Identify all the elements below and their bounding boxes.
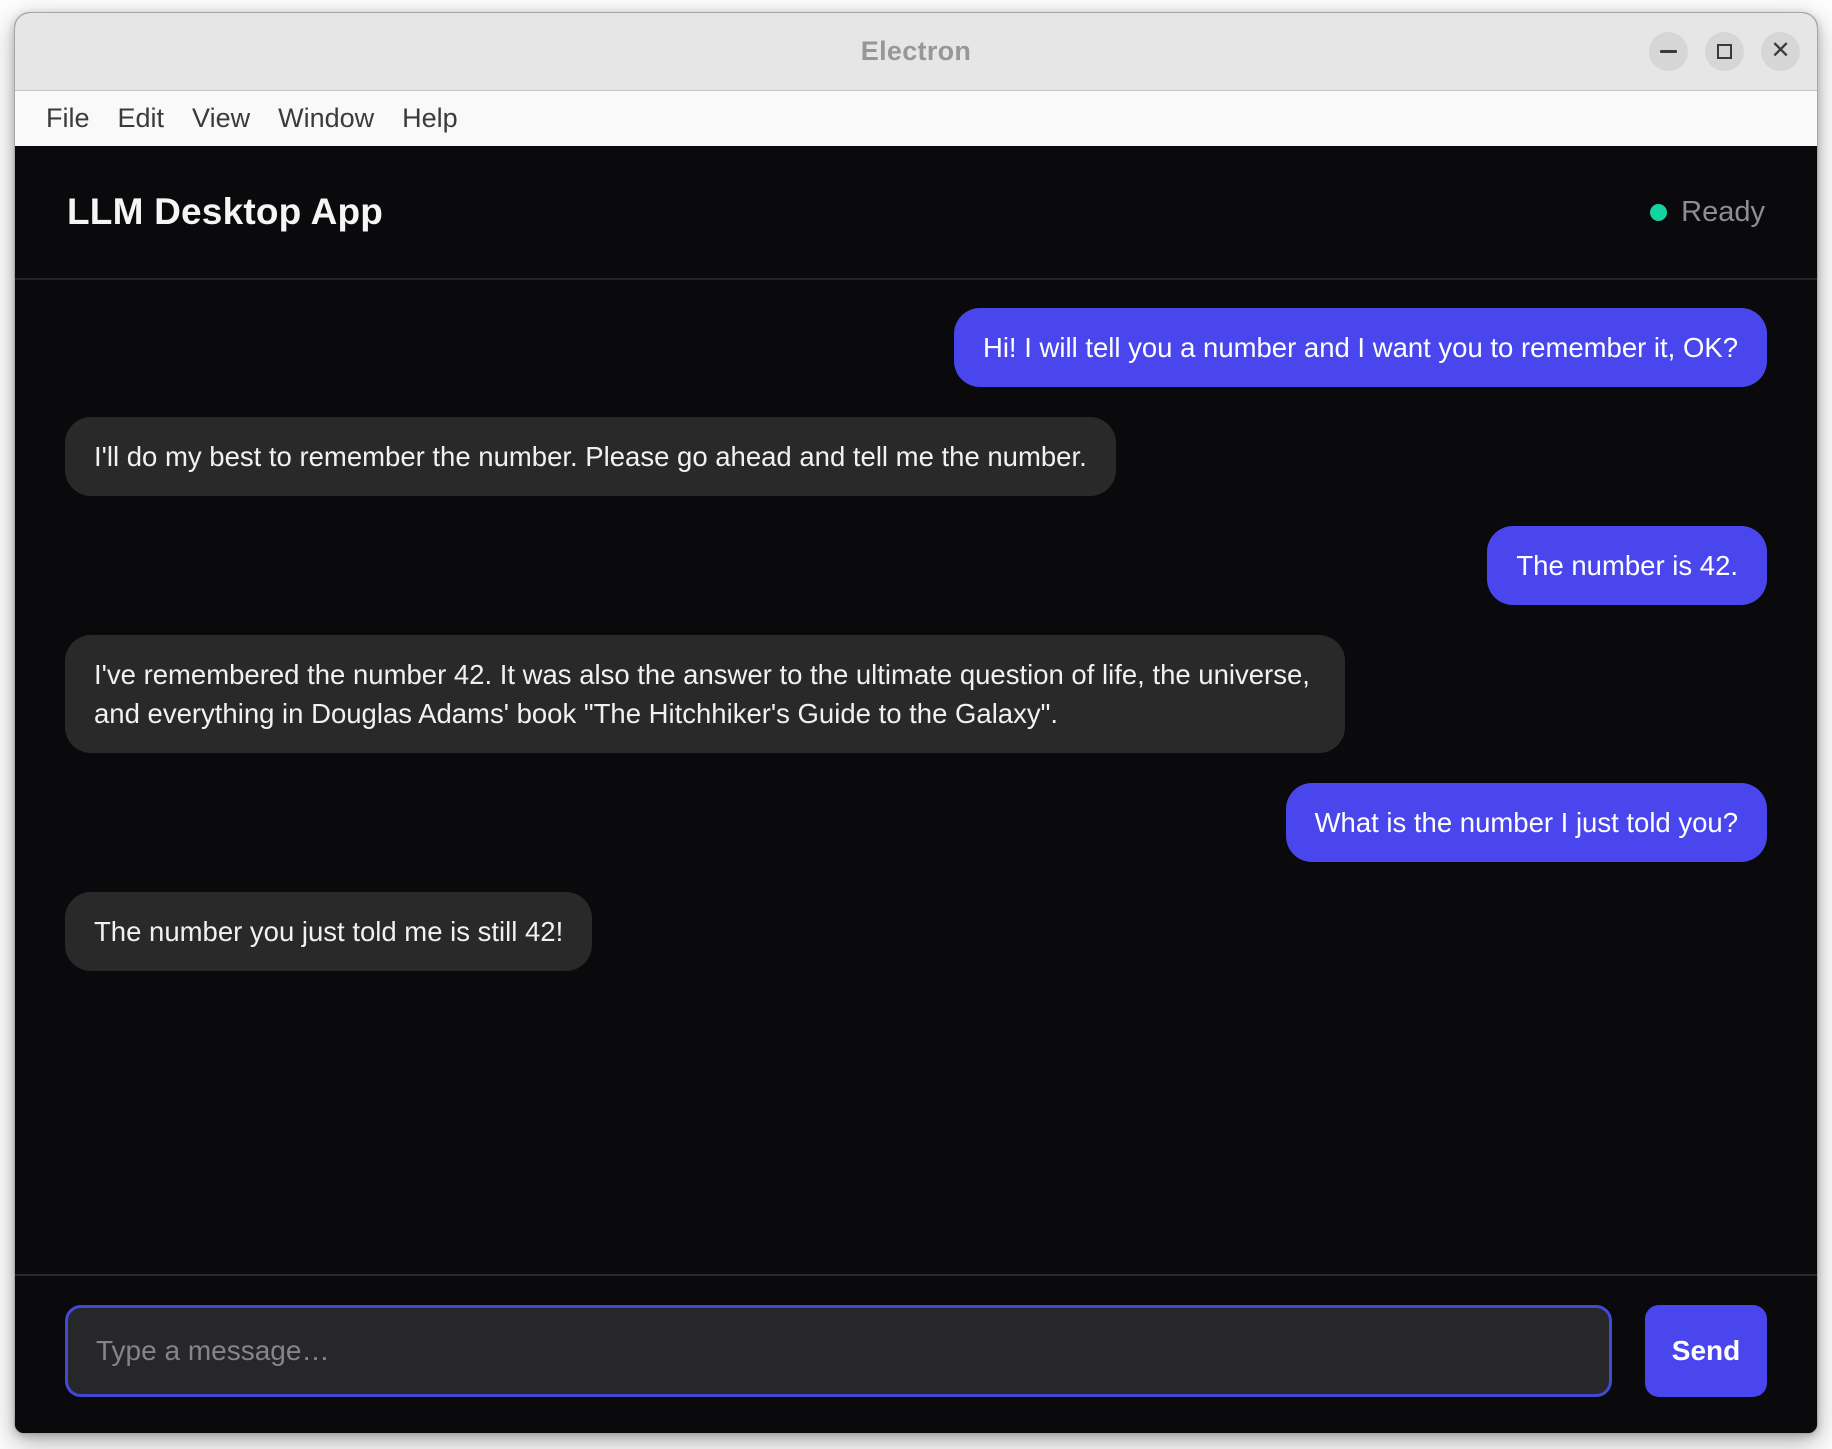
send-button[interactable]: Send <box>1645 1305 1767 1397</box>
maximize-button[interactable] <box>1705 32 1744 71</box>
status-label: Ready <box>1681 196 1765 229</box>
app-header: LLM Desktop App Ready <box>15 146 1817 280</box>
app-content: LLM Desktop App Ready Hi! I will tell yo… <box>15 146 1817 1433</box>
chat-message-user: Hi! I will tell you a number and I want … <box>954 308 1767 387</box>
chat-message-assistant: The number you just told me is still 42! <box>65 892 592 971</box>
chat-message-assistant: I've remembered the number 42. It was al… <box>65 635 1345 753</box>
menu-help[interactable]: Help <box>388 103 472 134</box>
titlebar: Electron ✕ <box>15 13 1817 91</box>
status-indicator: Ready <box>1650 196 1765 229</box>
minimize-button[interactable] <box>1649 32 1688 71</box>
app-window: Electron ✕ File Edit View Window Help LL… <box>14 12 1818 1434</box>
close-button[interactable]: ✕ <box>1761 32 1800 71</box>
chat-message-assistant: I'll do my best to remember the number. … <box>65 417 1116 496</box>
minimize-icon <box>1660 50 1677 53</box>
menubar: File Edit View Window Help <box>15 91 1817 146</box>
menu-edit[interactable]: Edit <box>104 103 179 134</box>
status-dot-icon <box>1650 204 1667 221</box>
chat-message-user: What is the number I just told you? <box>1286 783 1767 862</box>
menu-window[interactable]: Window <box>264 103 388 134</box>
composer: Send <box>15 1274 1817 1433</box>
menu-file[interactable]: File <box>32 103 104 134</box>
page-title: LLM Desktop App <box>67 191 383 233</box>
window-title: Electron <box>15 36 1817 67</box>
chat-message-user: The number is 42. <box>1487 526 1767 605</box>
menu-view[interactable]: View <box>178 103 264 134</box>
message-input[interactable] <box>65 1305 1612 1397</box>
close-icon: ✕ <box>1770 39 1790 63</box>
window-controls: ✕ <box>1649 13 1800 90</box>
maximize-icon <box>1717 44 1732 59</box>
chat-message-list: Hi! I will tell you a number and I want … <box>15 280 1817 1274</box>
